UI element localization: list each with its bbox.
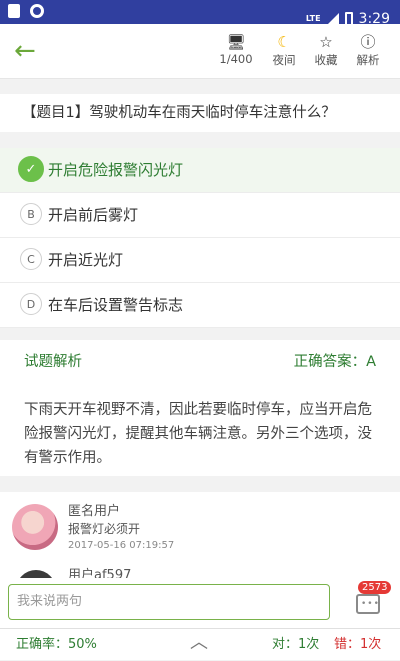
page-text: 1/400	[219, 52, 253, 66]
comment-user: 用户af597	[68, 568, 132, 578]
favorite-button[interactable]: ☆ 收藏	[304, 32, 348, 68]
option-text: 开启前后雾灯	[48, 206, 139, 224]
bottom-stats-bar: 正确率：50% ︿ 对：1次 错：1次	[0, 628, 400, 660]
star-icon: ☆	[319, 33, 333, 51]
option-letter: C	[20, 248, 42, 270]
night-mode-button[interactable]: ☾ 夜间	[262, 32, 306, 68]
option-text: 在车后设置警告标志	[48, 296, 184, 314]
correct-answer: 正确答案：A	[293, 354, 376, 370]
analysis-header: 试题解析 正确答案：A	[0, 340, 400, 385]
comment-time: 2017-05-16 07:19:57	[68, 540, 175, 551]
wrong-count: 错：1次	[334, 637, 382, 652]
comment-input-bar: 我来说两句 ••• 2573	[0, 578, 400, 628]
comment-user: 匿名用户	[68, 504, 121, 519]
sync-icon	[30, 4, 44, 18]
app-bar: ← 🖥 1/400 ☾ 夜间 ☆ 收藏 ⓘ 解析	[0, 24, 400, 79]
favorite-label: 收藏	[314, 53, 338, 67]
option-c[interactable]: C 开启近光灯	[0, 238, 400, 283]
option-letter: D	[20, 293, 42, 315]
monitor-icon: 🖥	[226, 33, 246, 51]
night-label: 夜间	[272, 53, 296, 67]
question-icon: ⓘ	[360, 33, 376, 51]
option-b[interactable]: B 开启前后雾灯	[0, 193, 400, 238]
avatar	[16, 570, 56, 578]
option-text: 开启近光灯	[48, 251, 124, 269]
answer-options: ✓ 开启危险报警闪光灯 B 开启前后雾灯 C 开启近光灯 D 在车后设置警告标志	[0, 148, 400, 328]
comment-input[interactable]: 我来说两句	[8, 584, 330, 620]
analysis-title: 试题解析	[24, 354, 82, 370]
moon-icon: ☾	[277, 33, 291, 51]
sd-card-icon	[8, 4, 20, 18]
chat-dots: •••	[361, 599, 380, 609]
correct-count: 对：1次	[272, 637, 320, 652]
option-text: 开启危险报警闪光灯	[48, 161, 184, 179]
comment-text: 报警灯必须开	[68, 522, 141, 536]
chevron-up-icon[interactable]: ︿	[190, 629, 208, 657]
explain-button[interactable]: ⓘ 解析	[346, 32, 390, 68]
accuracy-text: 正确率：50%	[16, 637, 97, 652]
option-a[interactable]: ✓ 开启危险报警闪光灯	[0, 148, 400, 193]
explain-label: 解析	[356, 53, 380, 67]
avatar	[12, 504, 58, 550]
check-icon: ✓	[18, 156, 44, 182]
explanation-text: 下雨天开车视野不清，因此若要临时停车，应当开启危险报警闪光灯，提醒其他车辆注意。…	[0, 384, 400, 476]
back-arrow-icon[interactable]: ←	[14, 36, 44, 66]
page-indicator[interactable]: 🖥 1/400	[214, 32, 258, 66]
question-text: 【题目1】驾驶机动车在雨天临时停车注意什么？	[0, 94, 400, 132]
status-bar: LTE 3:29	[0, 0, 400, 27]
option-d[interactable]: D 在车后设置警告标志	[0, 283, 400, 328]
comment-count-badge: 2573	[358, 581, 392, 594]
comment-list: 匿名用户 报警灯必须开 2017-05-16 07:19:57 用户af597	[0, 492, 400, 578]
option-letter: B	[20, 203, 42, 225]
